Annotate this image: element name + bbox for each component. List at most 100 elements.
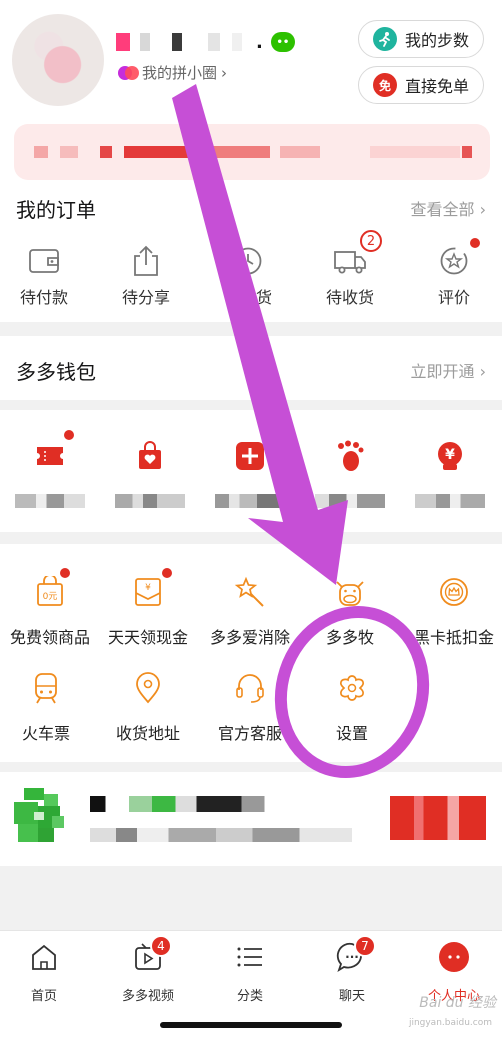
- banner-mosaic: [280, 146, 320, 158]
- order-label: 待发货: [223, 288, 272, 307]
- settings-tool[interactable]: 设置: [302, 670, 402, 744]
- direct-free-button[interactable]: 免 直接免单: [358, 66, 484, 104]
- headset-icon: [200, 670, 300, 706]
- blurred-amount: [15, 494, 85, 508]
- wallet-tile-plus[interactable]: [200, 438, 300, 508]
- order-label: 评价: [437, 288, 470, 307]
- order-pending-share[interactable]: 待分享: [106, 244, 186, 308]
- black-card-tool[interactable]: 黑卡抵扣金: [404, 574, 502, 648]
- avatar[interactable]: [12, 14, 104, 106]
- duoduo-ranch-tool[interactable]: 多多牧: [300, 574, 400, 648]
- view-all-orders-link[interactable]: 查看全部 ›: [411, 196, 487, 220]
- tool-label: 黑卡抵扣金: [413, 628, 494, 647]
- order-pending-receipt[interactable]: 待收货 2: [310, 230, 390, 308]
- promo-desc-mosaic: [90, 828, 352, 842]
- new-dot: [470, 238, 480, 248]
- profile-icon: [404, 941, 502, 973]
- user-name: . ••: [116, 28, 295, 56]
- name-mosaic: [140, 33, 150, 51]
- banner-mosaic: [124, 146, 194, 158]
- watermark-domain: jingyan.baidu.com: [408, 1018, 492, 1028]
- wallet-tile-foot[interactable]: [300, 438, 400, 508]
- svg-text:¥: ¥: [145, 583, 151, 593]
- order-label: 待分享: [121, 288, 170, 307]
- train-ticket-tool[interactable]: 火车票: [0, 670, 96, 744]
- nav-chat[interactable]: ··· 7 聊天: [302, 935, 402, 1004]
- cash-envelope-icon: ¥: [98, 574, 198, 610]
- banner-mosaic: [462, 146, 472, 158]
- wallet-tile-coupon[interactable]: [0, 430, 100, 508]
- name-mosaic: [208, 33, 220, 51]
- new-dot: [64, 430, 74, 440]
- free-goods-tool[interactable]: 0元 免费领商品: [0, 568, 100, 648]
- pin-circle-link[interactable]: 我的拼小圈 ›: [118, 62, 227, 83]
- profile-header: . •• 我的拼小圈 › 我的步数 免 直接免单: [0, 0, 502, 120]
- name-mosaic: [172, 33, 182, 51]
- pin-circle-icon: [118, 65, 139, 80]
- nav-home[interactable]: 首页: [0, 941, 94, 1004]
- shipping-address-tool[interactable]: 收货地址: [98, 670, 198, 744]
- nav-label: 首页: [30, 989, 57, 1004]
- promo-action-button[interactable]: [390, 796, 486, 840]
- foot-icon: [300, 438, 400, 474]
- blurred-amount: [115, 494, 185, 508]
- running-icon: [372, 27, 397, 51]
- chevron-right-icon: ›: [221, 63, 228, 82]
- daily-cash-tool[interactable]: ¥ 天天领现金: [98, 568, 198, 648]
- tools-grid: 0元 免费领商品 ¥ 天天领现金 多多爱消除 多多牧 黑卡抵扣金 火车票 收货地…: [0, 544, 502, 762]
- svg-text:0元: 0元: [43, 592, 58, 602]
- tool-label: 多多牧: [325, 628, 374, 647]
- home-icon: [0, 941, 94, 973]
- promo-thumbnail: [14, 788, 64, 842]
- order-pending-shipment[interactable]: 待发货: [208, 244, 288, 308]
- tool-label: 天天领现金: [107, 628, 188, 647]
- my-steps-button[interactable]: 我的步数: [358, 20, 484, 58]
- blurred-amount: [215, 494, 285, 508]
- banner-mosaic: [370, 146, 460, 158]
- direct-free-label: 直接免单: [404, 77, 469, 96]
- promo-banner[interactable]: [0, 120, 502, 184]
- chat-bubble-icon: ··· 7: [302, 935, 402, 973]
- home-indicator: [160, 1022, 342, 1028]
- duoduo-match-tool[interactable]: 多多爱消除: [200, 574, 300, 648]
- order-review[interactable]: 评价: [414, 238, 494, 308]
- banner-mosaic: [34, 146, 48, 158]
- name-suffix: .: [256, 31, 263, 53]
- tool-label: 设置: [335, 724, 368, 743]
- svg-text:¥: ¥: [445, 447, 455, 463]
- nav-label: 聊天: [338, 989, 365, 1004]
- blurred-amount: [315, 494, 385, 508]
- order-pending-payment[interactable]: 待付款: [4, 244, 84, 308]
- clock-icon: [208, 244, 288, 278]
- magic-wand-icon: [200, 574, 300, 610]
- chat-badge: 7: [354, 935, 376, 957]
- nav-label: 多多视频: [121, 989, 174, 1004]
- wallet-icon: [4, 244, 84, 278]
- nav-categories[interactable]: 分类: [200, 941, 300, 1004]
- duoduo-wallet-section: 多多钱包 立即开通 ›: [0, 336, 502, 400]
- promo-banner-card: [14, 124, 490, 180]
- train-icon: [0, 670, 96, 706]
- promo-card[interactable]: [0, 772, 502, 866]
- new-dot: [162, 568, 172, 578]
- nav-videos[interactable]: 4 多多视频: [98, 935, 198, 1004]
- my-steps-label: 我的步数: [404, 31, 469, 50]
- wallet-title: 多多钱包: [16, 360, 96, 384]
- yuan-icon: ¥: [400, 438, 500, 474]
- wechat-icon: ••: [270, 32, 295, 52]
- tool-label: 官方客服: [217, 724, 282, 743]
- banner-mosaic: [60, 146, 78, 158]
- free-order-icon: 免: [372, 73, 397, 97]
- order-label: 待付款: [19, 288, 68, 307]
- wallet-tile-bag[interactable]: [100, 438, 200, 508]
- list-icon: [200, 941, 300, 973]
- orders-title: 我的订单: [16, 198, 96, 222]
- wallet-tile-yuan[interactable]: ¥: [400, 438, 500, 508]
- order-label: 待收货: [325, 288, 374, 307]
- cow-icon: [300, 574, 400, 610]
- customer-service-tool[interactable]: 官方客服: [200, 670, 300, 744]
- tool-label: 免费领商品: [9, 628, 90, 647]
- crown-medal-icon: [404, 574, 502, 610]
- review-icon: [414, 244, 494, 278]
- activate-wallet-link[interactable]: 立即开通 ›: [411, 358, 487, 382]
